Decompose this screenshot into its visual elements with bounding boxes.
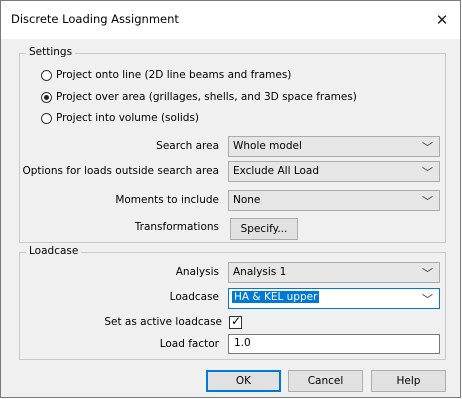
close-icon[interactable]: ✕	[428, 7, 456, 33]
help-button[interactable]: Help	[371, 370, 446, 392]
radio-label: Project onto line (2D line beams and fra…	[56, 69, 292, 81]
moments-select[interactable]: None ﹀	[228, 190, 440, 211]
radio-label: Project over area (grillages, shells, an…	[56, 91, 357, 103]
analysis-select[interactable]: Analysis 1 ﹀	[228, 262, 440, 283]
radio-project-area[interactable]: Project over area (grillages, shells, an…	[41, 89, 357, 105]
moments-label: Moments to include	[115, 194, 219, 206]
cancel-button[interactable]: Cancel	[288, 370, 363, 392]
load-factor-label: Load factor	[159, 338, 219, 350]
search-area-value: Whole model	[233, 140, 302, 152]
chevron-down-icon: ﹀	[422, 141, 433, 154]
loadcase-select[interactable]: HA & KEL upper ﹀	[228, 288, 440, 309]
chevron-down-icon: ﹀	[422, 293, 433, 306]
outside-options-value: Exclude All Load	[233, 165, 320, 177]
check-icon: ✓	[231, 314, 242, 328]
chevron-down-icon: ﹀	[422, 195, 433, 208]
radio-button[interactable]	[41, 91, 52, 103]
active-loadcase-label: Set as active loadcase	[104, 316, 222, 328]
ok-button[interactable]: OK	[206, 370, 281, 392]
load-factor-input[interactable]: 1.0	[228, 334, 440, 354]
dialog-window: Discrete Loading Assignment ✕ Settings P…	[0, 0, 461, 398]
load-factor-value: 1.0	[234, 337, 251, 349]
radio-button[interactable]	[41, 112, 52, 124]
radio-label: Project into volume (solids)	[56, 112, 200, 124]
analysis-label: Analysis	[175, 266, 219, 278]
radio-project-volume[interactable]: Project into volume (solids)	[41, 110, 199, 126]
loadcase-value: HA & KEL upper	[232, 291, 320, 303]
chevron-down-icon: ﹀	[422, 166, 433, 179]
window-title: Discrete Loading Assignment	[11, 12, 179, 26]
search-area-label: Search area	[156, 140, 219, 152]
radio-project-line[interactable]: Project onto line (2D line beams and fra…	[41, 67, 291, 83]
specify-button[interactable]: Specify...	[230, 218, 298, 240]
outside-options-label: Options for loads outside search area	[22, 165, 219, 177]
loadcase-label: Loadcase	[169, 291, 219, 303]
transformations-label: Transformations	[134, 221, 219, 233]
outside-options-select[interactable]: Exclude All Load ﹀	[228, 161, 440, 182]
moments-value: None	[233, 194, 261, 206]
active-loadcase-checkbox[interactable]: ✓	[229, 314, 242, 329]
analysis-value: Analysis 1	[233, 266, 287, 278]
radio-button[interactable]	[41, 69, 52, 81]
search-area-select[interactable]: Whole model ﹀	[228, 136, 440, 157]
chevron-down-icon: ﹀	[422, 267, 433, 280]
loadcase-legend: Loadcase	[26, 245, 82, 257]
settings-legend: Settings	[26, 46, 76, 58]
title-bar: Discrete Loading Assignment ✕	[1, 1, 460, 39]
